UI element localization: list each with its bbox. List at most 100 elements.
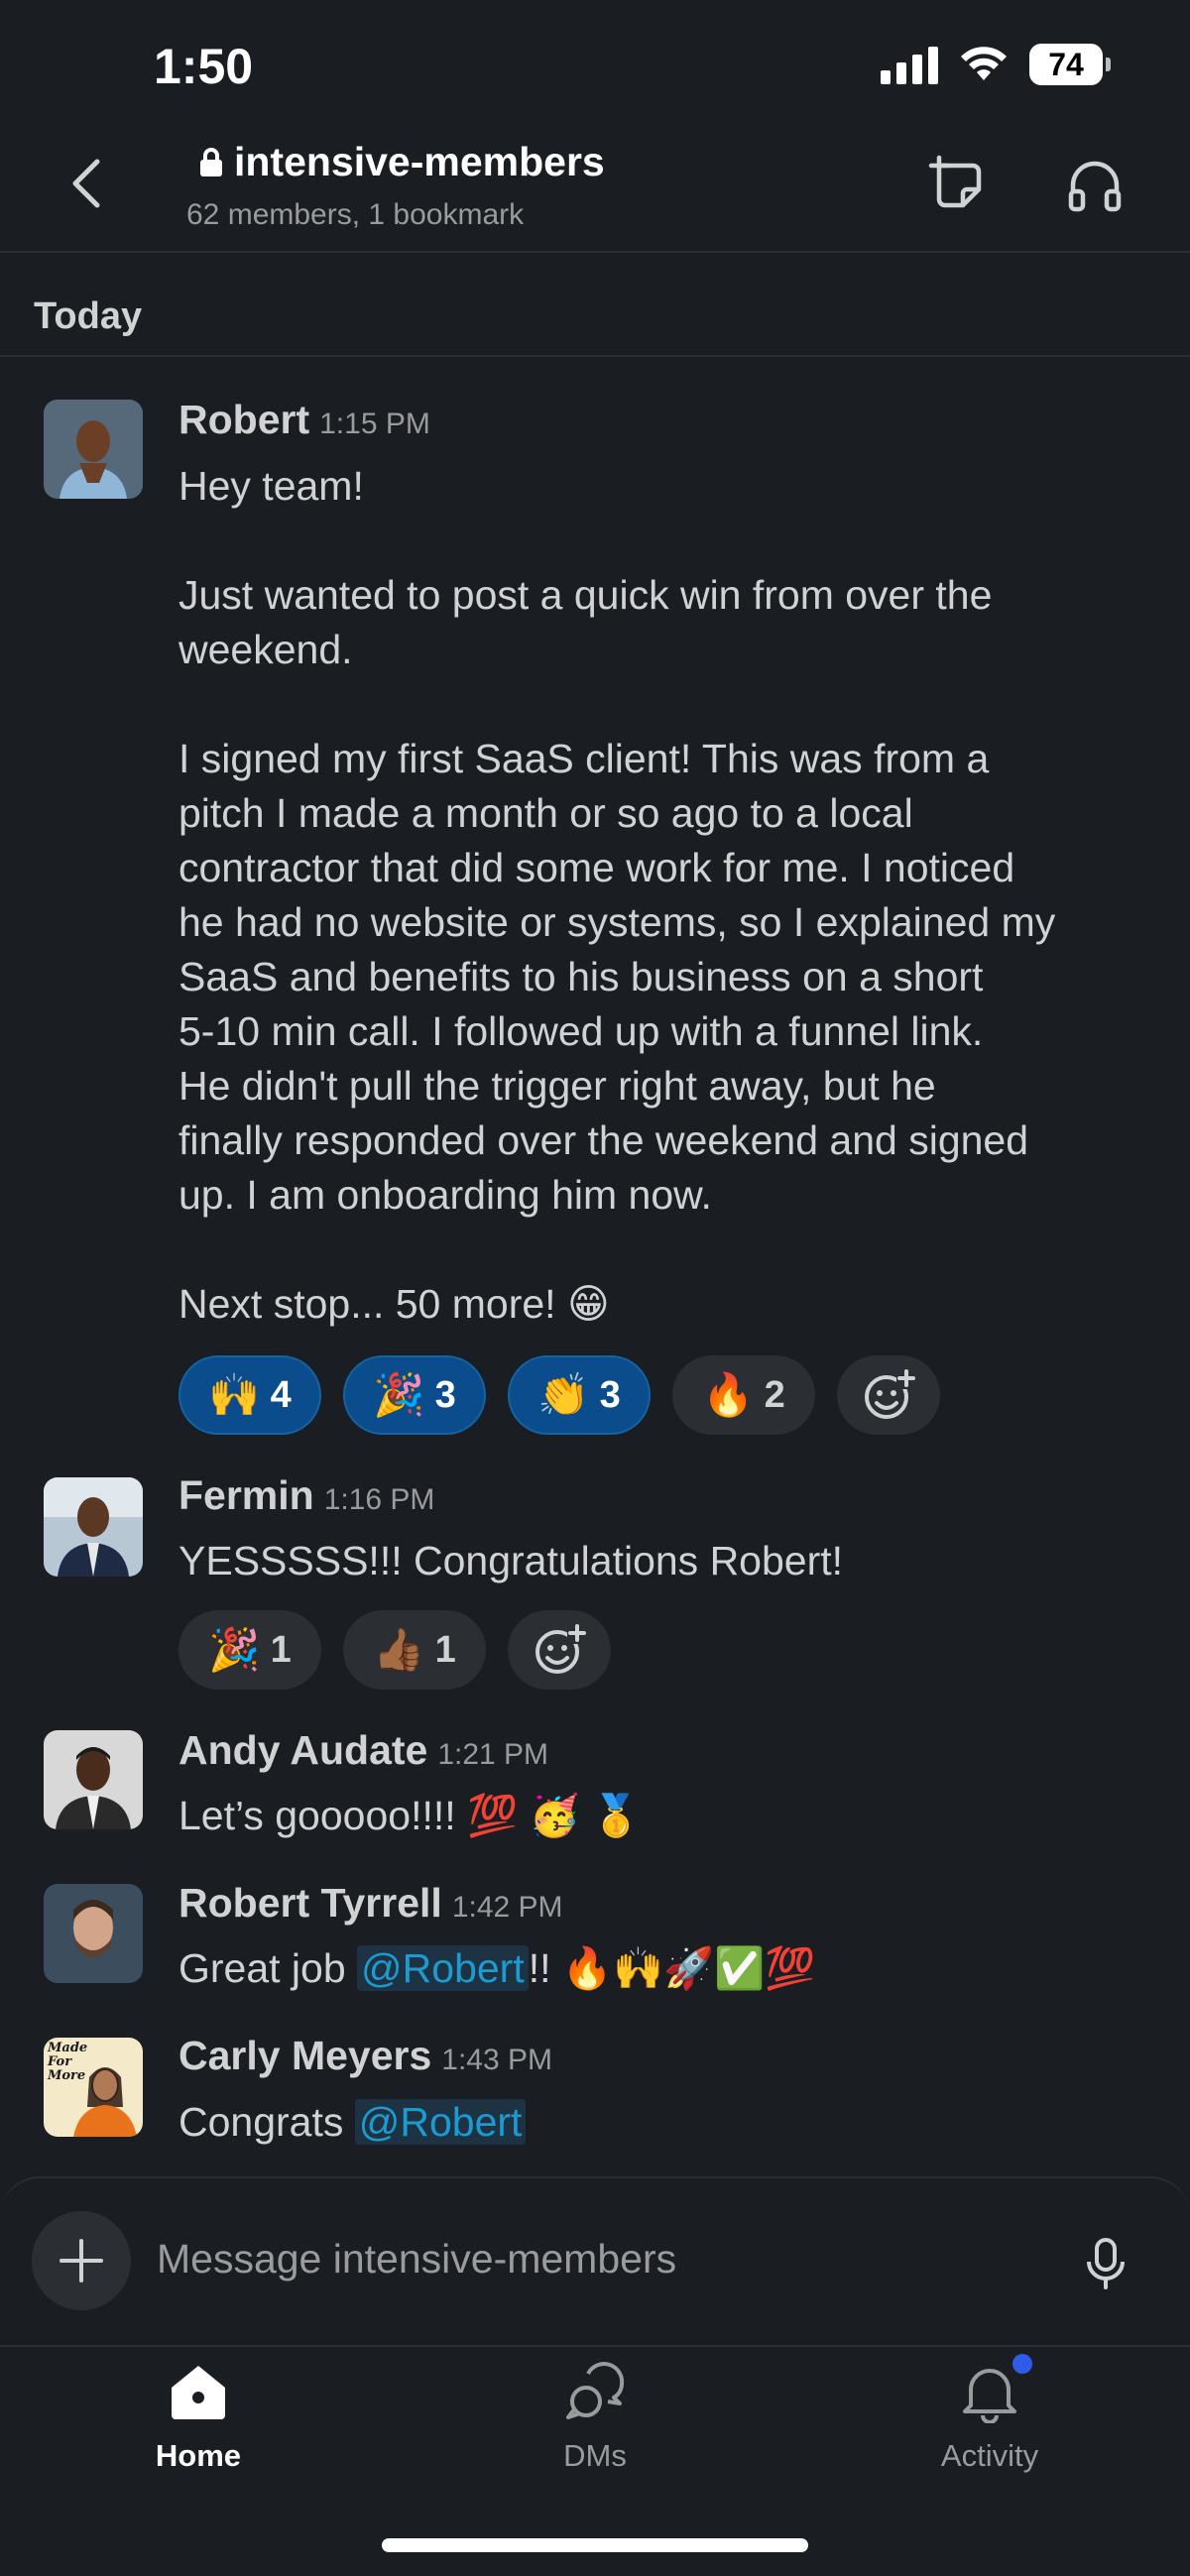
user-mention[interactable]: @Robert bbox=[357, 1945, 529, 1991]
message-text: !! 🔥🙌🚀✅💯 bbox=[528, 1945, 816, 1991]
message-line: he had no website or systems, so I expla… bbox=[178, 899, 1056, 945]
message-line: Next stop... 50 more! 😁 bbox=[178, 1281, 610, 1327]
message-line: SaaS and benefits to his business on a s… bbox=[178, 954, 984, 999]
user-mention[interactable]: @Robert bbox=[354, 2099, 527, 2145]
add-reaction-button[interactable] bbox=[837, 1355, 940, 1435]
tab-label: DMs bbox=[563, 2438, 627, 2473]
message-line: pitch I made a month or so ago to a loca… bbox=[178, 790, 913, 836]
message-line: Just wanted to post a quick win from ove… bbox=[178, 572, 993, 618]
reaction-count: 2 bbox=[764, 1373, 785, 1416]
channel-title[interactable]: intensive-members bbox=[198, 139, 605, 185]
message-line: up. I am onboarding him now. bbox=[178, 1172, 712, 1218]
message-body: Congrats @Robert bbox=[178, 2095, 527, 2150]
message-line: He didn't pull the trigger right away, b… bbox=[178, 1063, 936, 1109]
reaction-emoji: 👍🏾 bbox=[373, 1625, 425, 1673]
reaction-emoji: 🔥 bbox=[702, 1370, 755, 1418]
status-time: 1:50 bbox=[154, 39, 254, 94]
message-author[interactable]: Andy Audate bbox=[178, 1727, 427, 1773]
reaction-emoji: 🎉 bbox=[373, 1370, 425, 1418]
home-indicator bbox=[382, 2538, 808, 2552]
message-line: contractor that did some work for me. I … bbox=[178, 845, 1015, 890]
message-header: Carly Meyers 1:43 PM bbox=[178, 2033, 552, 2079]
channel-name: intensive-members bbox=[234, 139, 605, 184]
message-line: weekend. bbox=[178, 627, 353, 672]
canvas-add-icon[interactable] bbox=[927, 154, 991, 217]
reaction-bar: 🙌 4 🎉 3 👏 3 🔥 2 bbox=[178, 1355, 940, 1435]
add-reaction-icon bbox=[536, 1624, 587, 1674]
battery-icon: 74 bbox=[1029, 44, 1111, 85]
reaction-count: 3 bbox=[434, 1373, 456, 1416]
reaction-count: 1 bbox=[434, 1628, 456, 1671]
avatar-carly-meyers[interactable]: Made For More bbox=[44, 2038, 143, 2137]
message-time: 1:42 PM bbox=[451, 1891, 563, 1924]
reaction-count: 4 bbox=[270, 1373, 292, 1416]
message-body: Hey team! Just wanted to post a quick wi… bbox=[178, 459, 1170, 1332]
headphones-icon[interactable] bbox=[1063, 154, 1127, 217]
message-text: Congrats bbox=[178, 2099, 355, 2145]
message-line: Hey team! bbox=[178, 463, 364, 509]
tab-dms[interactable]: DMs bbox=[496, 2360, 694, 2474]
cellular-signal-icon bbox=[881, 45, 938, 84]
day-divider-line bbox=[0, 355, 1190, 357]
bell-icon bbox=[963, 2369, 1016, 2424]
avatar-fermin[interactable] bbox=[44, 1477, 143, 1577]
message-time: 1:16 PM bbox=[323, 1483, 435, 1516]
reaction-count: 1 bbox=[270, 1628, 292, 1671]
tab-label: Activity bbox=[940, 2438, 1039, 2473]
reaction-pill[interactable]: 👏 3 bbox=[508, 1355, 651, 1435]
message-line bbox=[178, 677, 1170, 732]
reaction-emoji: 🎉 bbox=[208, 1625, 261, 1673]
lock-icon bbox=[200, 147, 222, 176]
reaction-pill[interactable]: 🎉 3 bbox=[343, 1355, 486, 1435]
reaction-pill[interactable]: 🎉 1 bbox=[178, 1610, 321, 1690]
back-icon[interactable] bbox=[60, 154, 119, 213]
message-author[interactable]: Robert Tyrrell bbox=[178, 1880, 442, 1926]
tab-home[interactable]: Home bbox=[99, 2360, 298, 2474]
message-header: Robert 1:15 PM bbox=[178, 397, 430, 443]
notification-dot bbox=[1012, 2354, 1032, 2374]
message-line bbox=[178, 1223, 1170, 1277]
message-text: Great job bbox=[178, 1945, 358, 1991]
message-line bbox=[178, 514, 1170, 568]
message-body: Great job @Robert!! 🔥🙌🚀✅💯 bbox=[178, 1941, 815, 1996]
add-reaction-button[interactable] bbox=[508, 1610, 611, 1690]
message-body: YESSSSS!!! Congratulations Robert! bbox=[178, 1538, 844, 1583]
reaction-emoji: 🙌 bbox=[208, 1370, 261, 1418]
wifi-icon bbox=[961, 47, 1007, 80]
message-time: 1:15 PM bbox=[319, 408, 430, 440]
dms-icon bbox=[566, 2362, 625, 2419]
message-author[interactable]: Robert bbox=[178, 397, 309, 442]
add-reaction-icon bbox=[865, 1369, 916, 1419]
battery-level: 74 bbox=[1029, 44, 1103, 85]
message-line: 5-10 min call. I followed up with a funn… bbox=[178, 1008, 984, 1054]
avatar-robert-tyrrell[interactable] bbox=[44, 1884, 143, 1983]
reaction-pill[interactable]: 🔥 2 bbox=[672, 1355, 815, 1435]
tab-activity[interactable]: Activity bbox=[891, 2354, 1089, 2474]
message-time: 1:21 PM bbox=[437, 1738, 549, 1771]
avatar-logo-text: Made For More bbox=[48, 2041, 88, 2083]
message-author[interactable]: Fermin bbox=[178, 1472, 314, 1518]
home-icon bbox=[172, 2366, 225, 2419]
plus-icon bbox=[60, 2239, 103, 2283]
channel-subtitle[interactable]: 62 members, 1 bookmark bbox=[186, 198, 524, 232]
avatar-robert[interactable] bbox=[44, 400, 143, 499]
reaction-pill[interactable]: 🙌 4 bbox=[178, 1355, 321, 1435]
attach-button[interactable] bbox=[32, 2211, 131, 2310]
message-header: Andy Audate 1:21 PM bbox=[178, 1727, 548, 1774]
reaction-pill[interactable]: 👍🏾 1 bbox=[343, 1610, 486, 1690]
message-time: 1:43 PM bbox=[441, 2044, 553, 2076]
status-icons: 74 bbox=[881, 44, 1111, 85]
avatar-andy-audate[interactable] bbox=[44, 1730, 143, 1829]
message-input[interactable]: Message intensive-members bbox=[157, 2236, 676, 2283]
message-author[interactable]: Carly Meyers bbox=[178, 2033, 431, 2078]
reaction-count: 3 bbox=[599, 1373, 621, 1416]
microphone-icon[interactable] bbox=[1081, 2236, 1130, 2291]
reaction-bar: 🎉 1 👍🏾 1 bbox=[178, 1610, 611, 1690]
message-line: I signed my first SaaS client! This was … bbox=[178, 736, 990, 781]
tab-label: Home bbox=[155, 2438, 242, 2473]
message-header: Fermin 1:16 PM bbox=[178, 1472, 434, 1519]
message-body: Let’s gooooo!!!! 💯 🥳 🥇 bbox=[178, 1793, 642, 1838]
header-divider bbox=[0, 251, 1190, 253]
day-divider-label: Today bbox=[34, 295, 143, 337]
message-line: finally responded over the weekend and s… bbox=[178, 1117, 1029, 1163]
